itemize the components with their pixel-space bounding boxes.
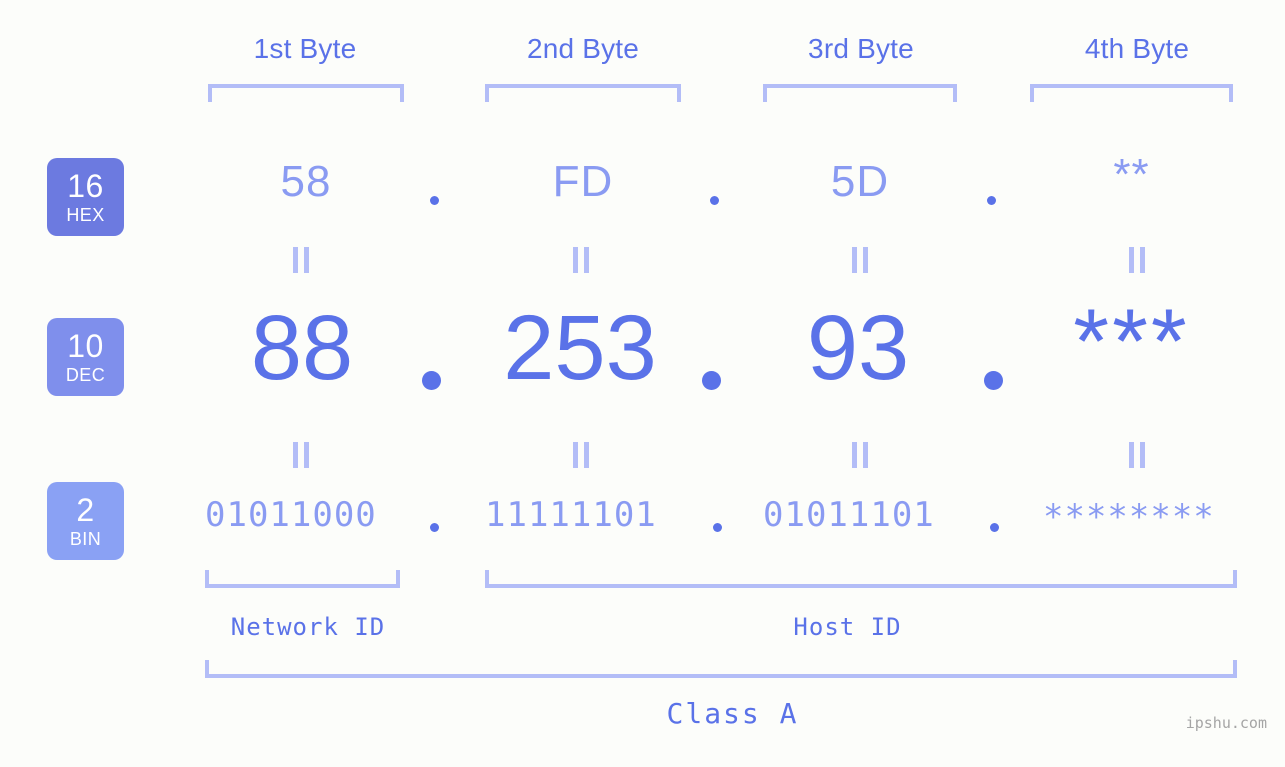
byte-bracket-3 (763, 84, 957, 102)
equals-marker-hex-dec-2 (573, 247, 589, 273)
watermark: ipshu.com (1185, 714, 1267, 732)
dec-byte-2: 253 (503, 297, 657, 399)
base-badge-hex-label: HEX (66, 205, 105, 225)
bin-separator-1 (430, 523, 439, 532)
base-badge-dec-number: 10 (67, 328, 104, 364)
hex-separator-2 (710, 196, 719, 205)
hex-byte-1: 58 (280, 157, 332, 206)
bin-separator-3 (990, 523, 999, 532)
equals-marker-dec-bin-2 (573, 442, 589, 468)
equals-marker-hex-dec-1 (293, 247, 309, 273)
byte-label-4: 4th Byte (1084, 33, 1190, 64)
hex-separator-3 (987, 196, 996, 205)
hex-byte-4: ** (1113, 150, 1150, 199)
bin-separator-2 (713, 523, 722, 532)
equals-marker-hex-dec-3 (852, 247, 868, 273)
hex-byte-3: 5D (830, 157, 890, 206)
byte-label-3: 3rd Byte (808, 33, 914, 64)
bin-byte-3: 01011101 (763, 495, 935, 535)
bin-byte-4: ******** (1043, 497, 1215, 537)
byte-label-2: 2nd Byte (526, 33, 640, 64)
dec-byte-4: *** (1073, 291, 1190, 393)
bin-byte-1: 01011000 (205, 495, 377, 535)
byte-bracket-4 (1030, 84, 1233, 102)
dec-byte-3: 93 (806, 297, 910, 399)
host-id-label: Host ID (793, 613, 902, 641)
equals-marker-dec-bin-1 (293, 442, 309, 468)
equals-marker-dec-bin-3 (852, 442, 868, 468)
byte-bracket-1 (208, 84, 404, 102)
hex-byte-2: FD (552, 157, 614, 206)
dec-byte-1: 88 (250, 297, 354, 399)
network-id-label: Network ID (230, 613, 386, 641)
equals-marker-hex-dec-4 (1129, 247, 1145, 273)
dec-separator-2 (702, 371, 721, 390)
class-bracket (205, 660, 1237, 678)
class-label: Class A (666, 697, 799, 730)
host-id-bracket (485, 570, 1237, 588)
byte-label-1: 1st Byte (253, 33, 357, 64)
base-badge-dec-label: DEC (65, 365, 106, 385)
base-badge-dec: 10 DEC (47, 318, 124, 396)
base-badge-hex-number: 16 (67, 168, 104, 204)
base-badge-bin: 2 BIN (47, 482, 124, 560)
hex-separator-1 (430, 196, 439, 205)
base-badge-hex: 16 HEX (47, 158, 124, 236)
base-badge-bin-number: 2 (76, 492, 95, 528)
network-id-bracket (205, 570, 400, 588)
equals-marker-dec-bin-4 (1129, 442, 1145, 468)
byte-bracket-2 (485, 84, 681, 102)
dec-separator-1 (422, 371, 441, 390)
bin-byte-2: 11111101 (485, 495, 657, 535)
base-badge-bin-label: BIN (69, 529, 102, 549)
ip-breakdown-diagram: 1st Byte 2nd Byte 3rd Byte 4th Byte 16 H… (0, 0, 1285, 767)
dec-separator-3 (984, 371, 1003, 390)
